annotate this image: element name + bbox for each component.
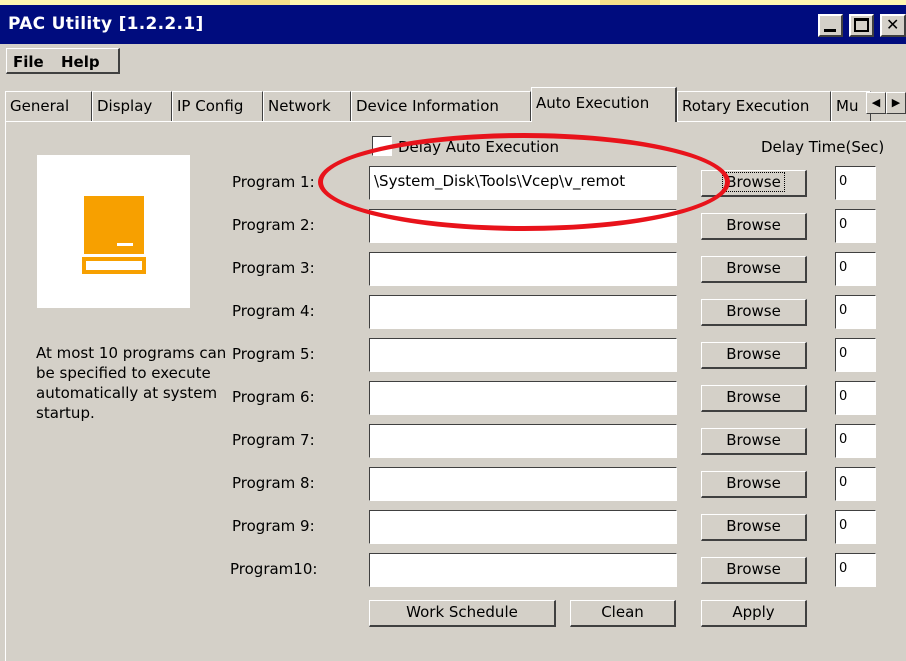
- delay-time-input[interactable]: 0: [835, 295, 876, 329]
- highlight-ellipse: [318, 133, 730, 231]
- program-path-input[interactable]: [369, 252, 677, 286]
- delay-time-header: Delay Time(Sec): [761, 138, 885, 156]
- arrow-left-icon: ◀: [871, 96, 881, 109]
- program-label: Program 4:: [232, 302, 315, 320]
- maximize-button[interactable]: [849, 14, 874, 37]
- tab-strip: General Display IP Config Network Device…: [5, 87, 906, 122]
- browse-button[interactable]: Browse: [701, 256, 807, 283]
- program-path-input[interactable]: [369, 381, 677, 415]
- program-label: Program 6:: [232, 388, 315, 406]
- tab-mu[interactable]: Mu: [831, 91, 871, 121]
- info-note: At most 10 programs can be specified to …: [36, 344, 227, 422]
- app-icon-box: [37, 155, 190, 308]
- program-path-input[interactable]: [369, 338, 677, 372]
- delay-time-input[interactable]: 0: [835, 166, 876, 200]
- menu-container: File Help: [6, 48, 120, 74]
- delay-time-input[interactable]: 0: [835, 510, 876, 544]
- apply-button[interactable]: Apply: [701, 600, 807, 627]
- program-label: Program 2:: [232, 216, 315, 234]
- browse-button[interactable]: Browse: [701, 342, 807, 369]
- browse-button[interactable]: Browse: [701, 471, 807, 498]
- tab-network[interactable]: Network: [263, 91, 351, 121]
- delay-time-input[interactable]: 0: [835, 467, 876, 501]
- program-label: Program 5:: [232, 345, 315, 363]
- program-path-input[interactable]: [369, 424, 677, 458]
- program-label: Program 1:: [232, 173, 315, 191]
- close-button[interactable]: ✕: [880, 14, 906, 37]
- menu-help[interactable]: Help: [61, 53, 100, 71]
- window-title: PAC Utility [1.2.2.1]: [8, 14, 204, 34]
- work-schedule-button[interactable]: Work Schedule: [369, 600, 556, 627]
- browse-button[interactable]: Browse: [701, 557, 807, 584]
- program-label: Program10:: [230, 560, 318, 578]
- minimize-icon: [824, 29, 836, 32]
- program-path-input[interactable]: [369, 295, 677, 329]
- program-path-input[interactable]: [369, 510, 677, 544]
- program-label: Program 3:: [232, 259, 315, 277]
- tab-scroll-right-button[interactable]: ▶: [886, 92, 906, 114]
- delay-time-input[interactable]: 0: [835, 381, 876, 415]
- tab-display[interactable]: Display: [92, 91, 172, 121]
- program-label: Program 7:: [232, 431, 315, 449]
- tab-rotary-execution[interactable]: Rotary Execution: [677, 91, 831, 121]
- computer-icon: [82, 196, 146, 274]
- tab-ip-config[interactable]: IP Config: [172, 91, 263, 121]
- title-bar: PAC Utility [1.2.2.1] ✕: [0, 5, 906, 44]
- tab-scroll-left-button[interactable]: ◀: [866, 92, 886, 114]
- program-label: Program 9:: [232, 517, 315, 535]
- program-path-input[interactable]: [369, 467, 677, 501]
- program-label: Program 8:: [232, 474, 315, 492]
- program-path-input[interactable]: [369, 553, 677, 587]
- arrow-right-icon: ▶: [891, 96, 901, 109]
- browse-button[interactable]: Browse: [701, 428, 807, 455]
- clean-button[interactable]: Clean: [570, 600, 676, 627]
- tab-device-information[interactable]: Device Information: [351, 91, 531, 121]
- close-icon: ✕: [886, 15, 900, 34]
- browse-label: Browse: [722, 172, 785, 192]
- delay-time-input[interactable]: 0: [835, 553, 876, 587]
- menu-bar: File Help: [0, 44, 906, 78]
- delay-time-input[interactable]: 0: [835, 424, 876, 458]
- browse-button[interactable]: Browse: [701, 213, 807, 240]
- browse-button[interactable]: Browse: [701, 514, 807, 541]
- browse-button[interactable]: Browse: [701, 385, 807, 412]
- menu-file[interactable]: File: [13, 53, 44, 71]
- maximize-icon: [854, 18, 869, 32]
- minimize-button[interactable]: [818, 14, 843, 37]
- tab-general[interactable]: General: [5, 91, 92, 121]
- delay-time-input[interactable]: 0: [835, 338, 876, 372]
- browse-button[interactable]: Browse: [701, 299, 807, 326]
- delay-time-input[interactable]: 0: [835, 209, 876, 243]
- delay-time-input[interactable]: 0: [835, 252, 876, 286]
- tab-auto-execution[interactable]: Auto Execution: [531, 87, 677, 122]
